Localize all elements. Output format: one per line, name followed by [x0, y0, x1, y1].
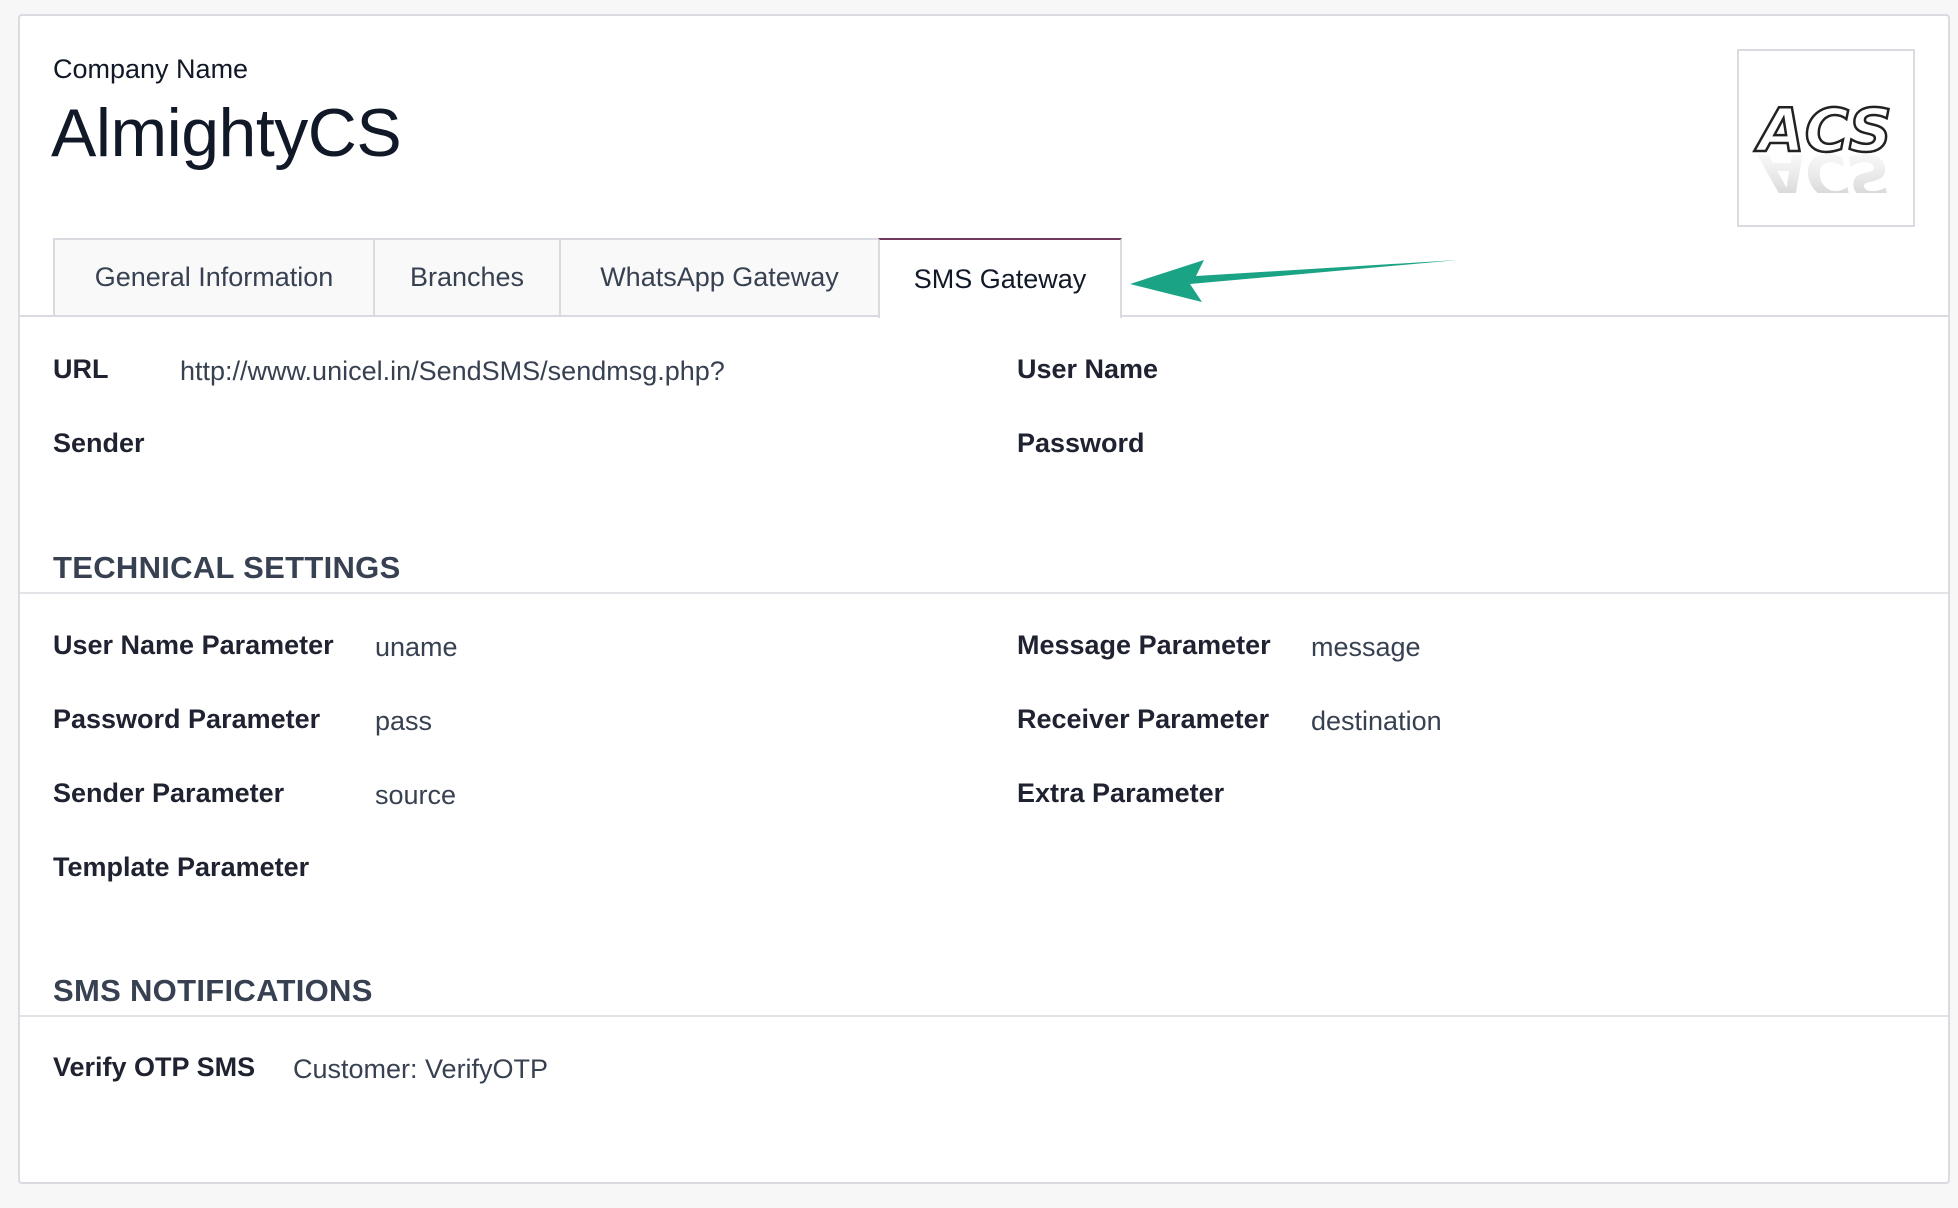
message-parameter-field[interactable]: message — [1311, 632, 1421, 663]
company-name-label: Company Name — [53, 54, 249, 84]
sender-parameter-label: Sender Parameter — [53, 778, 285, 808]
password-label: Password — [1017, 428, 1145, 458]
user-name-label: User Name — [1017, 354, 1159, 384]
template-parameter-label: Template Parameter — [53, 852, 310, 882]
tab-whatsapp-gateway[interactable]: WhatsApp Gateway — [559, 238, 880, 315]
password-parameter-label: Password Parameter — [53, 704, 321, 734]
acs-logo-icon: ACS ACS — [1753, 95, 1893, 193]
company-logo[interactable]: ACS ACS — [1737, 49, 1915, 227]
logo-reflection: ACS — [1757, 140, 1891, 193]
user-name-parameter-field[interactable]: uname — [375, 632, 458, 663]
company-form-sheet: Company Name AlmightyCS ACS ACS General … — [18, 14, 1950, 1184]
tab-sms-gateway[interactable]: SMS Gateway — [878, 238, 1122, 318]
tab-general-information[interactable]: General Information — [53, 238, 375, 315]
sms-notifications-divider — [20, 1015, 1948, 1017]
tab-branches[interactable]: Branches — [373, 238, 561, 315]
url-label: URL — [53, 354, 109, 384]
sms-notifications-title: SMS NOTIFICATIONS — [53, 973, 373, 1008]
verify-otp-sms-label: Verify OTP SMS — [53, 1052, 256, 1082]
extra-parameter-label: Extra Parameter — [1017, 778, 1225, 808]
message-parameter-label: Message Parameter — [1017, 630, 1271, 660]
verify-otp-sms-field[interactable]: Customer: VerifyOTP — [293, 1054, 548, 1085]
url-field[interactable]: http://www.unicel.in/SendSMS/sendmsg.php… — [180, 356, 725, 387]
sender-label: Sender — [53, 428, 145, 458]
sender-parameter-field[interactable]: source — [375, 780, 456, 811]
password-parameter-field[interactable]: pass — [375, 706, 432, 737]
company-name-field[interactable]: AlmightyCS — [51, 94, 402, 172]
user-name-parameter-label: User Name Parameter — [53, 630, 334, 660]
receiver-parameter-field[interactable]: destination — [1311, 706, 1442, 737]
technical-settings-title: TECHNICAL SETTINGS — [53, 550, 401, 585]
arrow-left-icon — [1130, 260, 1458, 302]
technical-settings-divider — [20, 592, 1948, 594]
receiver-parameter-label: Receiver Parameter — [1017, 704, 1270, 734]
